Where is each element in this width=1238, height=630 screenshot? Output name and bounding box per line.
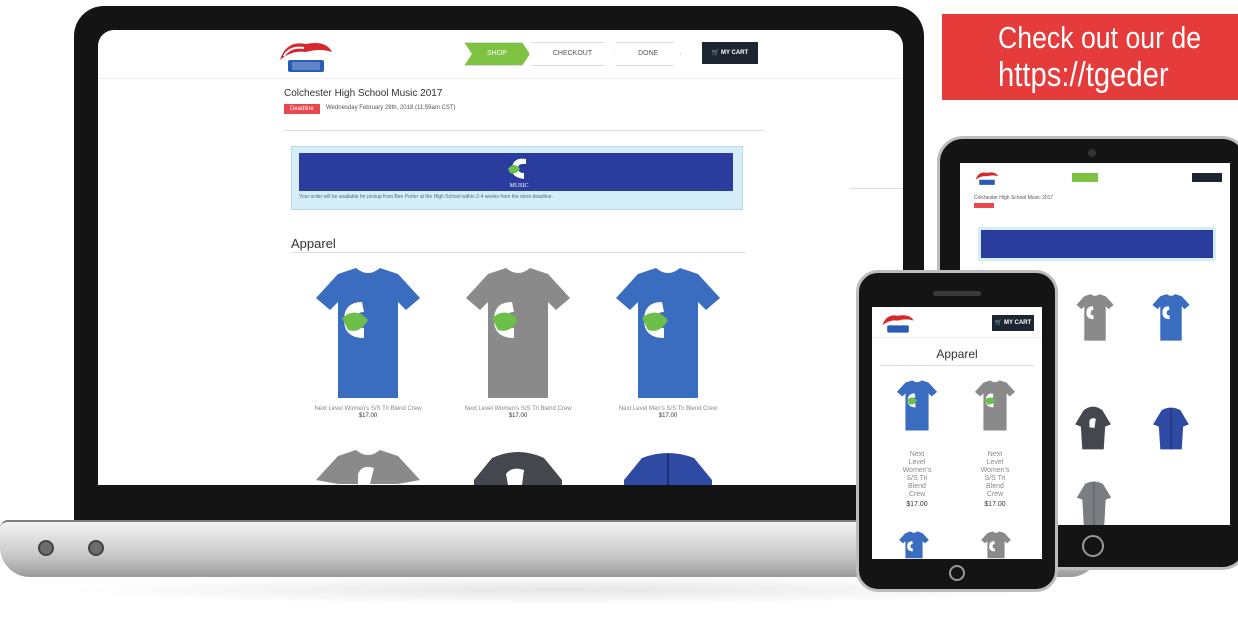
product-card[interactable]: Next Level Women's S/S Tri Blend Crew $1… [448, 262, 588, 419]
phone-screen: 🛒 MY CART Apparel Next Level Women's S/S… [872, 307, 1042, 559]
tablet-camera [1088, 149, 1096, 157]
tshirt-image [1076, 294, 1114, 341]
jacket-image [624, 453, 712, 485]
divider [284, 130, 764, 131]
laptop-indicator-dot [88, 540, 104, 556]
tshirt-image [896, 380, 938, 431]
tablet-home-button [1082, 535, 1104, 557]
my-cart-button[interactable]: 🛒 MY CART [702, 42, 758, 64]
step-checkout[interactable]: CHECKOUT [529, 42, 616, 66]
section-divider [880, 365, 1034, 366]
checkout-steps: SHOP CHECKOUT DONE [464, 42, 682, 66]
product-name: Next Level Men's S/S Tri Blend Crew [618, 406, 718, 412]
phone-home-button [949, 565, 965, 581]
promo-text: Check out our de [998, 20, 1202, 55]
laptop-indicator-dot [38, 540, 54, 556]
phone-device: 🛒 MY CART Apparel Next Level Women's S/S… [856, 270, 1058, 592]
cart-icon: 🛒 [711, 50, 720, 56]
deadline-badge [974, 203, 994, 208]
tshirt-image [316, 450, 420, 484]
tshirt-image [316, 268, 420, 398]
store-title: Colchester High School Music 2017 [974, 195, 1054, 201]
promo-url[interactable]: https://tgeder [998, 56, 1169, 95]
tshirt-image [974, 380, 1016, 431]
store-title: Colchester High School Music 2017 [284, 88, 443, 99]
jacket-image [1076, 481, 1112, 525]
phone-speaker [933, 291, 981, 296]
step-done[interactable]: DONE [615, 42, 682, 66]
my-cart-label: MY CART [1003, 320, 1032, 326]
product-name: Next Level Women's S/S Tri Blend Crew [902, 451, 932, 498]
my-cart-label: MY CART [720, 50, 749, 56]
site-header: SHOP CHECKOUT DONE 🛒 MY CART [98, 30, 903, 79]
hoodie-image [474, 452, 562, 485]
promo-banner[interactable]: Check out our de https://tgeder [942, 14, 1238, 100]
graphic-edge-logo[interactable] [880, 311, 916, 335]
hoodie-image [1075, 406, 1111, 450]
tshirt-image [899, 531, 929, 559]
music-logo: MUSIC [508, 158, 529, 189]
music-banner: MUSIC [299, 153, 733, 191]
my-cart-button[interactable]: 🛒 MY CART [992, 315, 1034, 331]
divider [872, 337, 1042, 338]
product-card[interactable]: Next Level Women's S/S Tri Blend Crew $1… [960, 375, 1030, 555]
product-name: Next Level Women's S/S Tri Blend Crew [980, 451, 1010, 498]
product-price: $17.00 [358, 413, 378, 419]
product-card[interactable]: Next Level Men's S/S Tri Blend Crew $17.… [598, 262, 738, 419]
music-banner [978, 227, 1216, 261]
step-shop[interactable]: SHOP [464, 42, 530, 66]
graphic-edge-logo[interactable] [276, 38, 336, 74]
product-card[interactable]: Next Level Women's S/S Tri Blend Crew $1… [298, 262, 438, 419]
tshirt-image [1152, 294, 1190, 341]
tshirt-image [616, 268, 720, 398]
section-title-apparel: Apparel [291, 236, 336, 251]
graphic-edge-logo[interactable] [974, 169, 1000, 187]
deadline-date: Wednesday February 28th, 2018 (11:59am C… [326, 105, 456, 111]
tshirt-image [981, 531, 1011, 559]
product-price: $17.00 [984, 501, 1006, 508]
section-title-apparel: Apparel [936, 347, 978, 361]
product-price: $17.00 [508, 413, 528, 419]
laptop-screen: SHOP CHECKOUT DONE 🛒 MY CART Colchester … [98, 30, 903, 485]
product-price: $17.00 [906, 501, 928, 508]
step-shop[interactable] [1072, 173, 1098, 182]
pickup-notice: MUSIC Your order will be available for p… [291, 146, 743, 210]
jacket-image [1153, 407, 1189, 450]
banner-text: MUSIC [509, 183, 528, 189]
product-name: Next Level Women's S/S Tri Blend Crew [464, 406, 572, 412]
my-cart-button[interactable] [1192, 173, 1222, 182]
tshirt-image [466, 268, 570, 398]
product-card[interactable]: Next Level Women's S/S Tri Blend Crew $1… [882, 375, 952, 555]
divider [850, 188, 903, 189]
product-name: Next Level Women's S/S Tri Blend Crew [314, 406, 422, 412]
deadline-badge: Deadline [284, 104, 320, 114]
notice-text: Your order will be available for pickup … [299, 194, 553, 200]
section-divider [291, 252, 746, 253]
cart-icon: 🛒 [994, 320, 1003, 326]
product-price: $17.00 [658, 413, 678, 419]
